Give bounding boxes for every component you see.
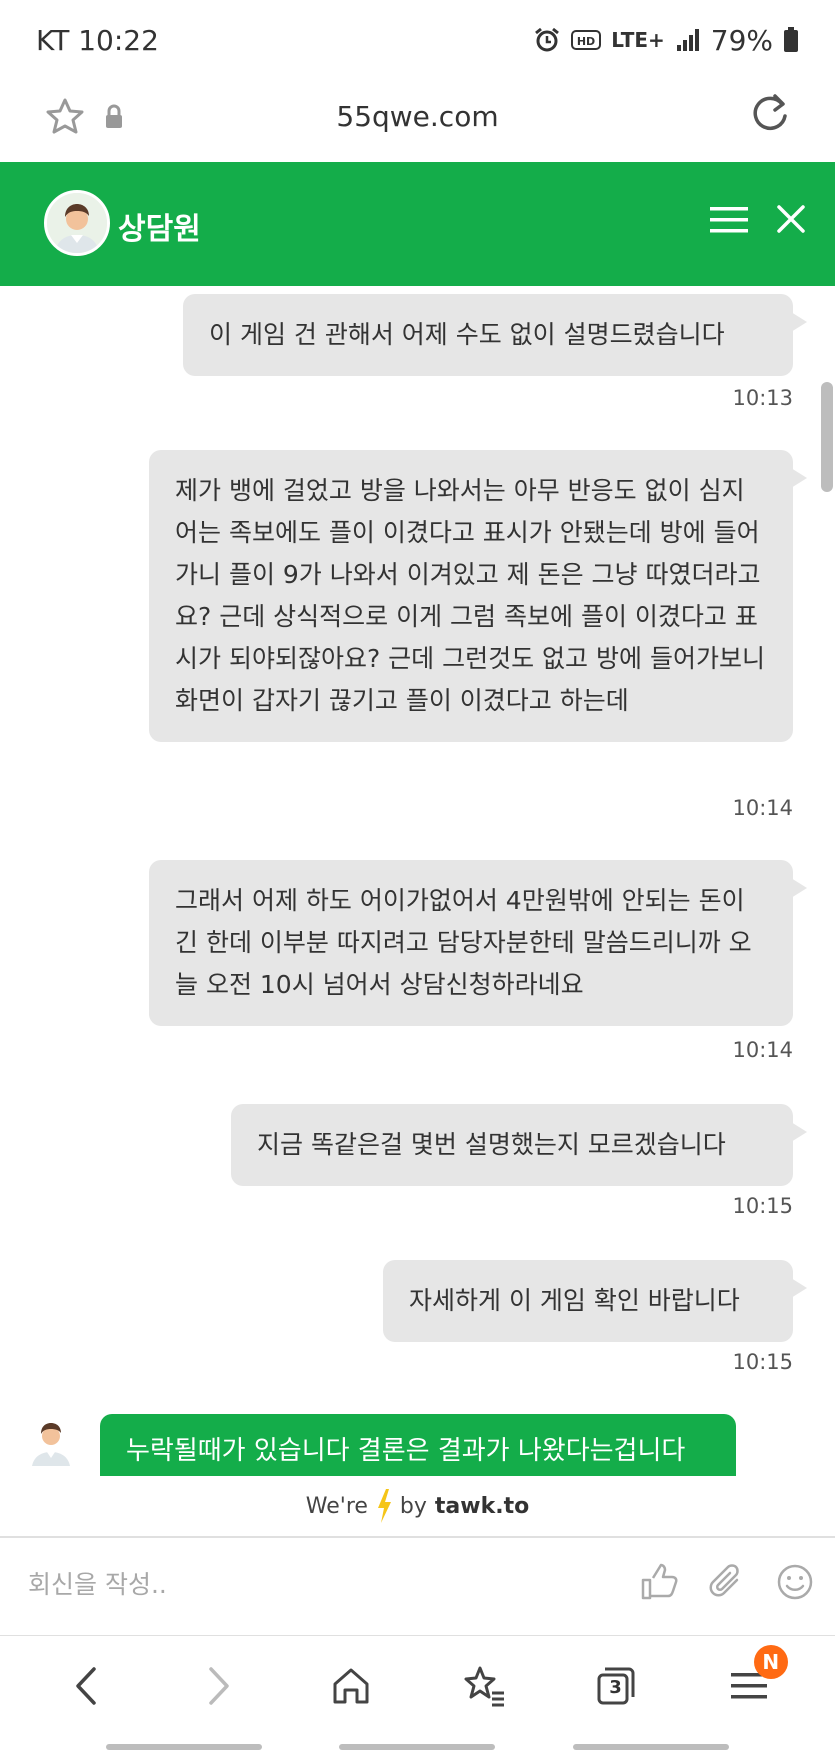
reload-icon[interactable] — [748, 92, 792, 136]
menu-button[interactable]: N — [714, 1645, 788, 1721]
back-button[interactable] — [51, 1651, 121, 1721]
gesture-bar-right — [573, 1744, 729, 1750]
message-text: 그래서 어제 하도 어이가없어서 4만원밖에 안되는 돈이긴 한데 이부분 따지… — [175, 886, 752, 999]
message-text: 지금 똑같은걸 몇번 설명했는지 모르겠습니다 — [257, 1130, 726, 1159]
forward-button[interactable] — [184, 1651, 254, 1721]
agent-message: 누락될때가 있습니다 결론은 결과가 나왔다는겁니다 — [100, 1414, 736, 1476]
chat-messages[interactable]: 이 게임 건 관해서 어제 수도 없이 설명드렸습니다 10:13 제가 뱅에 … — [0, 286, 835, 1476]
chat-header: 상담원 — [0, 162, 835, 286]
hamburger-menu-icon[interactable] — [710, 204, 748, 236]
close-icon[interactable] — [776, 204, 806, 234]
agent-message-text: 누락될때가 있습니다 결론은 결과가 나왔다는겁니다 — [126, 1436, 686, 1466]
reply-actions — [639, 1562, 815, 1602]
visitor-message: 이 게임 건 관해서 어제 수도 없이 설명드렸습니다 — [183, 294, 807, 376]
visitor-message: 자세하게 이 게임 확인 바랍니다 — [383, 1260, 807, 1342]
message-time: 10:14 — [732, 1038, 793, 1062]
gesture-bar-center — [339, 1744, 495, 1750]
bookmark-list-icon — [464, 1666, 504, 1707]
chat-scrollbar[interactable] — [821, 382, 833, 492]
visitor-message: 그래서 어제 하도 어이가없어서 4만원밖에 안되는 돈이긴 한데 이부분 따지… — [149, 860, 807, 1026]
powered-by[interactable]: We're by tawk.to — [0, 1476, 835, 1538]
home-button[interactable] — [316, 1651, 386, 1721]
chevron-right-icon — [209, 1667, 229, 1705]
agent-avatar — [44, 190, 110, 256]
alarm-icon — [535, 27, 560, 52]
browser-url-bar: 55qwe.com — [0, 80, 835, 162]
message-time: 10:13 — [732, 386, 793, 410]
tab-count: 3 — [609, 1677, 622, 1698]
network-label: LTE+ — [611, 28, 665, 52]
battery-level: 79% — [710, 23, 773, 57]
powered-by-label: by — [399, 1493, 427, 1519]
tabs-button[interactable]: 3 — [581, 1651, 651, 1721]
home-icon — [333, 1668, 369, 1704]
reply-input[interactable] — [28, 1570, 508, 1599]
carrier-time: KT 10:22 — [36, 23, 159, 57]
agent-avatar-small — [32, 1423, 70, 1466]
hd-icon: HD — [571, 30, 602, 50]
message-text: 자세하게 이 게임 확인 바랍니다 — [409, 1286, 740, 1315]
lightning-icon — [377, 1489, 391, 1523]
bookmarks-button[interactable] — [449, 1651, 519, 1721]
browser-nav-bar: 3 N — [0, 1636, 835, 1736]
status-icons: HD LTE+ 79% — [533, 24, 799, 57]
message-time: 10:15 — [732, 1194, 793, 1218]
message-text: 이 게임 건 관해서 어제 수도 없이 설명드렸습니다 — [209, 320, 725, 349]
attachment-icon[interactable] — [707, 1562, 747, 1602]
thumbs-up-icon[interactable] — [639, 1562, 679, 1602]
message-text: 제가 뱅에 걸었고 방을 나와서는 아무 반응도 없이 심지어는 족보에도 플이… — [175, 476, 765, 715]
battery-icon — [784, 27, 798, 52]
tawk-brand: tawk.to — [434, 1493, 530, 1519]
visitor-message: 제가 뱅에 걸었고 방을 나와서는 아무 반응도 없이 심지어는 족보에도 플이… — [149, 450, 807, 742]
visitor-message: 지금 똑같은걸 몇번 설명했는지 모르겠습니다 — [231, 1104, 807, 1186]
emoji-icon[interactable] — [775, 1562, 815, 1602]
status-bar: KT 10:22 HD LTE+ 79% — [0, 0, 835, 80]
message-time: 10:15 — [732, 1350, 793, 1374]
reply-bar — [0, 1540, 835, 1636]
message-time: 10:14 — [732, 796, 793, 820]
signal-icon — [676, 29, 699, 51]
chevron-left-icon — [76, 1667, 96, 1705]
notification-badge: N — [753, 1645, 788, 1679]
gesture-bar-left — [106, 1744, 262, 1750]
powered-prefix: We're — [305, 1493, 368, 1519]
url-text[interactable]: 55qwe.com — [0, 100, 835, 133]
svg-text:HD: HD — [577, 35, 595, 48]
agent-name: 상담원 — [118, 212, 201, 247]
person-icon — [47, 193, 107, 253]
